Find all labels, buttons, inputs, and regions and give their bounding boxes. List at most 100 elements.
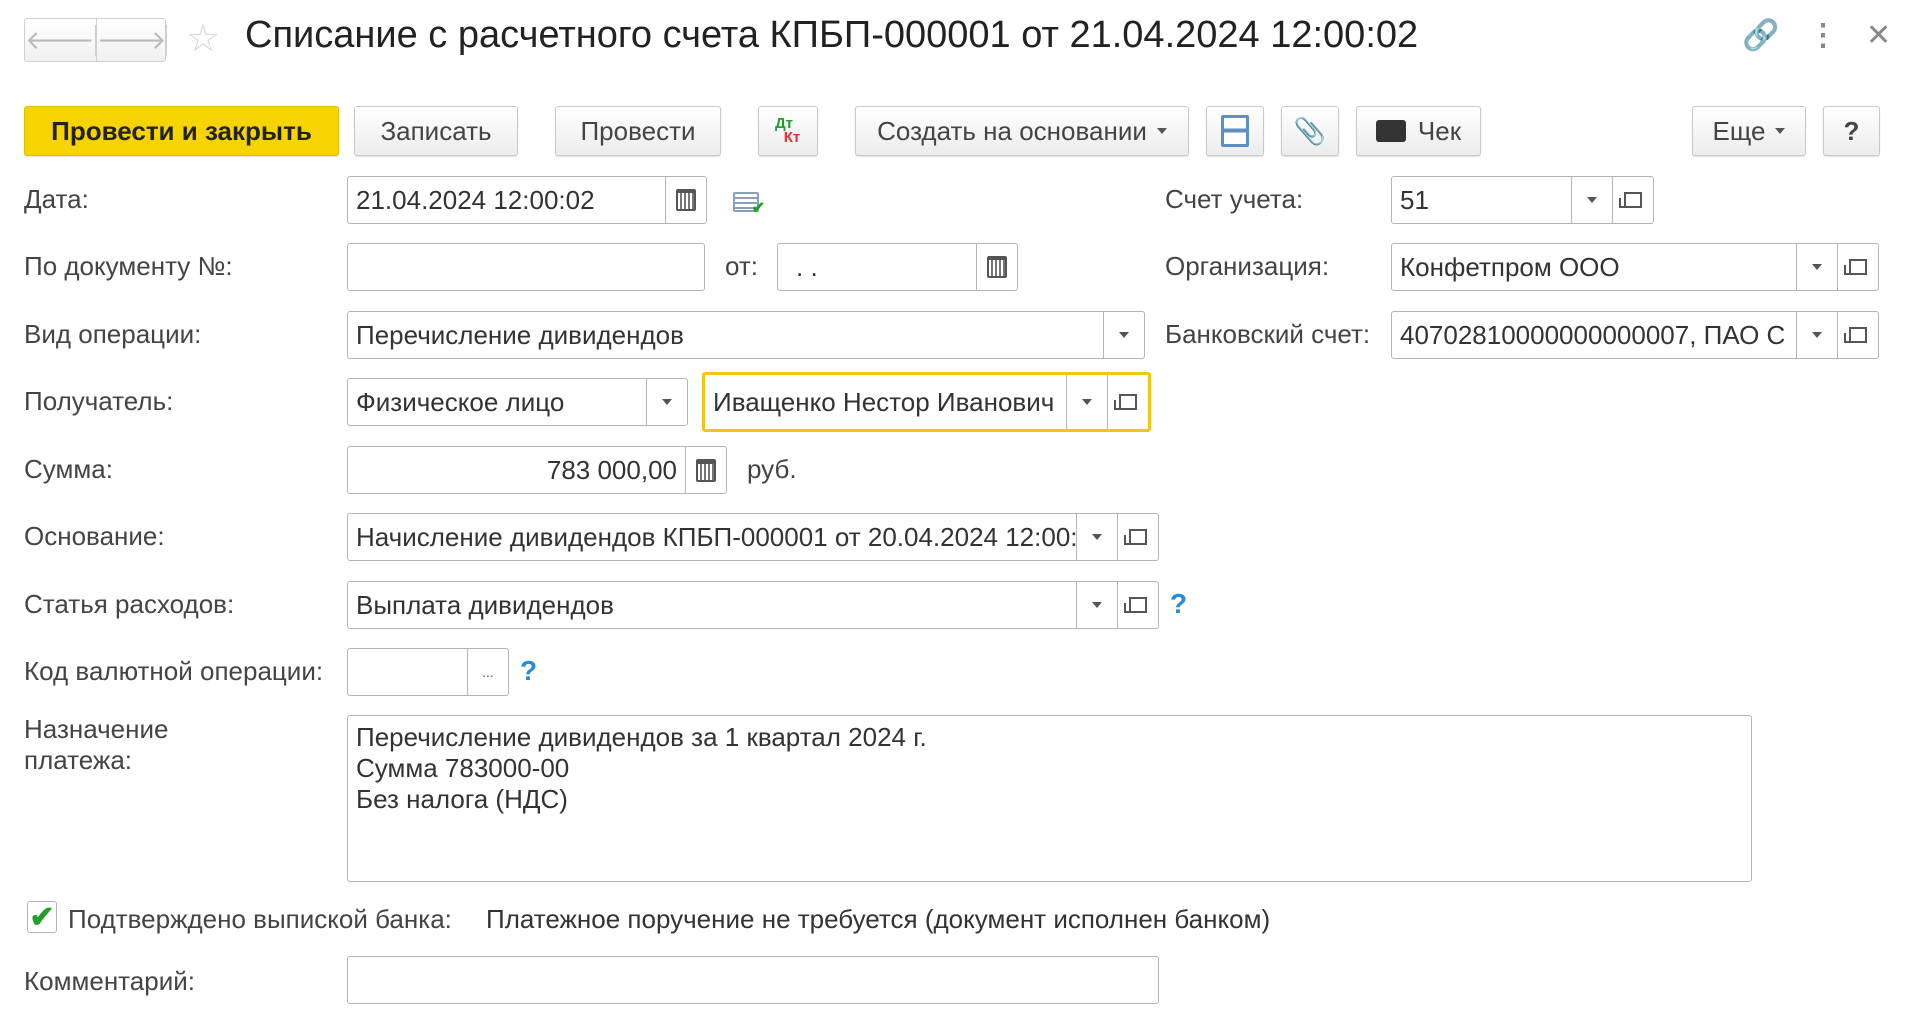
arrow-right-icon: 🡒 xyxy=(96,24,168,56)
currency-op-code-input[interactable] xyxy=(348,649,467,695)
dropdown-button[interactable] xyxy=(646,379,687,425)
calendar-icon xyxy=(676,189,696,211)
dropdown-button[interactable] xyxy=(1796,244,1837,290)
chevron-down-icon xyxy=(1092,602,1102,608)
recipient-input[interactable]: Иващенко Нестор Иванович xyxy=(705,375,1066,429)
bank-account-input[interactable]: 40702810000000000007, ПАО С xyxy=(1392,312,1796,358)
chevron-down-icon xyxy=(1156,128,1167,134)
date-input[interactable]: 21.04.2024 12:00:02 xyxy=(348,177,665,223)
organization-field[interactable]: Конфетпром ООО xyxy=(1391,243,1879,291)
select-button[interactable]: ... xyxy=(467,649,508,695)
bank-account-label: Банковский счет: xyxy=(1165,319,1371,349)
chevron-down-icon xyxy=(1082,399,1092,405)
amount-field[interactable]: 783 000,00 xyxy=(347,446,727,494)
currency-op-code-label: Код валютной операции: xyxy=(24,656,324,686)
amount-label: Сумма: xyxy=(24,454,113,484)
doc-date-input[interactable]: . . xyxy=(778,244,976,290)
bank-confirmed-checkbox[interactable]: ✔ xyxy=(27,901,57,934)
comment-field[interactable] xyxy=(347,956,1159,1004)
organization-input[interactable]: Конфетпром ООО xyxy=(1392,244,1796,290)
open-button[interactable] xyxy=(1117,582,1158,628)
open-button[interactable] xyxy=(1117,514,1158,560)
favorite-star-icon[interactable]: ☆ xyxy=(186,16,220,61)
attach-button[interactable]: 📎 xyxy=(1281,106,1339,156)
dropdown-button[interactable] xyxy=(1796,312,1837,358)
paperclip-icon: 📎 xyxy=(1293,115,1327,146)
calendar-button[interactable] xyxy=(976,244,1017,290)
chevron-down-icon xyxy=(1812,264,1822,270)
recipient-type-field[interactable]: Физическое лицо xyxy=(347,378,688,426)
dt-kt-button[interactable]: Дт Кт xyxy=(758,106,818,156)
hierarchy-icon xyxy=(1221,115,1249,147)
comment-input[interactable] xyxy=(348,957,1158,1003)
chevron-down-icon xyxy=(1775,128,1786,134)
receipt-label: Чек xyxy=(1417,115,1462,146)
bank-document-icon[interactable]: ✔ xyxy=(733,192,765,217)
doc-date-field[interactable]: . . xyxy=(777,243,1018,291)
help-icon[interactable]: ? xyxy=(1170,588,1187,620)
doc-date-label: от: xyxy=(725,251,759,281)
chevron-down-icon xyxy=(1812,332,1822,338)
recipient-field[interactable]: Иващенко Нестор Иванович xyxy=(702,372,1151,432)
currency-label: руб. xyxy=(747,454,797,484)
dropdown-button[interactable] xyxy=(1076,582,1117,628)
open-icon xyxy=(1844,259,1867,275)
structure-button[interactable] xyxy=(1206,106,1264,156)
bank-confirmed-label: Подтверждено выпиской банка: xyxy=(68,904,452,934)
cash-register-icon xyxy=(1375,120,1406,142)
help-icon[interactable]: ? xyxy=(520,655,537,687)
doc-number-field[interactable] xyxy=(347,243,705,291)
bank-account-field[interactable]: 40702810000000000007, ПАО С xyxy=(1391,311,1879,359)
expense-item-field[interactable]: Выплата дивидендов xyxy=(347,581,1159,629)
payment-purpose-textarea[interactable]: Перечисление дивидендов за 1 квартал 202… xyxy=(347,715,1752,882)
close-icon[interactable]: ✕ xyxy=(1866,18,1891,53)
dropdown-button[interactable] xyxy=(1571,177,1612,223)
page-title: Списание с расчетного счета КПБП-000001 … xyxy=(245,14,1419,56)
recipient-label: Получатель: xyxy=(24,386,174,416)
open-button[interactable] xyxy=(1612,177,1653,223)
open-button[interactable] xyxy=(1107,375,1148,429)
doc-number-input[interactable] xyxy=(348,244,704,290)
amount-input[interactable]: 783 000,00 xyxy=(348,447,685,493)
operation-type-field[interactable]: Перечисление дивидендов xyxy=(347,311,1145,359)
open-button[interactable] xyxy=(1837,312,1878,358)
date-field[interactable]: 21.04.2024 12:00:02 xyxy=(347,176,707,224)
link-icon[interactable]: 🔗 xyxy=(1742,18,1779,53)
dropdown-button[interactable] xyxy=(1066,375,1107,429)
basis-input[interactable]: Начисление дивидендов КПБП-000001 от 20.… xyxy=(348,514,1076,560)
receipt-button[interactable]: Чек xyxy=(1356,106,1481,156)
create-based-on-button[interactable]: Создать на основании xyxy=(855,106,1189,156)
history-nav: 🡐 🡒 xyxy=(24,18,168,62)
account-field[interactable]: 51 xyxy=(1391,176,1654,224)
operation-type-label: Вид операции: xyxy=(24,319,202,349)
help-button[interactable]: ? xyxy=(1823,106,1880,156)
chevron-down-icon xyxy=(1119,332,1129,338)
chevron-down-icon xyxy=(662,399,672,405)
more-button[interactable]: Еще xyxy=(1692,106,1806,156)
recipient-type-input[interactable]: Физическое лицо xyxy=(348,379,646,425)
open-icon xyxy=(1619,192,1642,208)
basis-field[interactable]: Начисление дивидендов КПБП-000001 от 20.… xyxy=(347,513,1159,561)
forward-button[interactable]: 🡒 xyxy=(97,19,168,61)
expense-item-label: Статья расходов: xyxy=(24,589,235,619)
operation-type-input[interactable]: Перечисление дивидендов xyxy=(348,312,1103,358)
kt-icon: Кт xyxy=(783,129,801,146)
back-button[interactable]: 🡐 xyxy=(25,19,97,61)
account-input[interactable]: 51 xyxy=(1392,177,1571,223)
more-actions-icon[interactable]: ⋮ xyxy=(1808,18,1838,53)
basis-label: Основание: xyxy=(24,521,165,551)
open-button[interactable] xyxy=(1837,244,1878,290)
calendar-button[interactable] xyxy=(665,177,706,223)
dropdown-button[interactable] xyxy=(1103,312,1144,358)
calendar-icon xyxy=(987,256,1007,278)
dropdown-button[interactable] xyxy=(1076,514,1117,560)
date-label: Дата: xyxy=(24,184,89,214)
currency-op-code-field[interactable]: ... xyxy=(347,648,509,696)
expense-item-input[interactable]: Выплата дивидендов xyxy=(348,582,1076,628)
save-button[interactable]: Записать xyxy=(354,106,518,156)
account-label: Счет учета: xyxy=(1165,184,1304,214)
calculator-button[interactable] xyxy=(685,447,726,493)
comment-label: Комментарий: xyxy=(24,966,195,996)
post-and-close-button[interactable]: Провести и закрыть xyxy=(24,106,339,156)
post-button[interactable]: Провести xyxy=(555,106,721,156)
